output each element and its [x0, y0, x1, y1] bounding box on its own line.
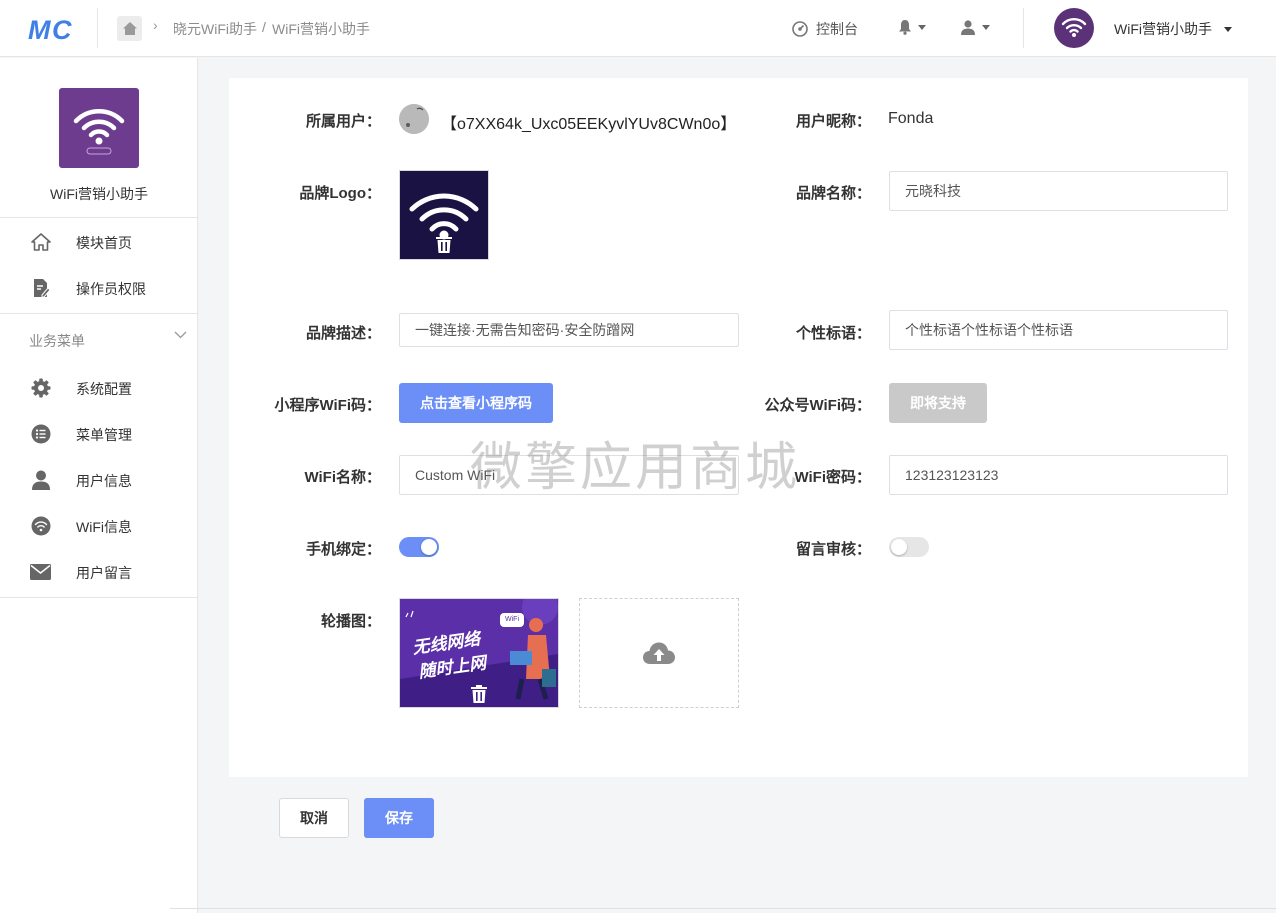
- header-divider: [1023, 8, 1024, 48]
- sidebar-item-system-config[interactable]: 系统配置: [0, 367, 198, 407]
- top-header: M C › 晓元WiFi助手 / WiFi营销小助手 控制台 WiFi营销小助手: [0, 0, 1276, 57]
- sidebar-item-label: 用户留言: [76, 565, 132, 581]
- brand-logo-image[interactable]: [399, 170, 489, 260]
- footer-divider: [170, 908, 1276, 909]
- svg-text:C: C: [52, 15, 72, 44]
- brand-desc-label: 品牌描述：: [305, 325, 381, 342]
- user-icon: [30, 469, 51, 490]
- view-mini-program-code-button[interactable]: 点击查看小程序码: [399, 383, 553, 423]
- breadcrumb-item-1[interactable]: 晓元WiFi助手: [173, 19, 257, 39]
- console-label: 控制台: [816, 21, 858, 37]
- brand-name-input[interactable]: 元晓科技: [889, 171, 1228, 211]
- account-avatar[interactable]: [1054, 8, 1094, 48]
- console-link[interactable]: 控制台: [792, 19, 858, 39]
- sidebar-divider: [0, 597, 198, 598]
- owner-avatar: [399, 104, 429, 134]
- wifi-name-label: WiFi名称：: [304, 469, 381, 486]
- sidebar-item-label: 操作员权限: [76, 281, 146, 297]
- slogan-input[interactable]: 个性标语个性标语个性标语: [889, 310, 1228, 350]
- list-icon: [30, 423, 51, 444]
- mp-wifi-code-label: 公众号WiFi码：: [764, 397, 871, 414]
- sidebar-item-label: WiFi信息: [76, 519, 132, 535]
- edit-document-icon: [30, 277, 51, 298]
- brand-desc-input[interactable]: 一键连接·无需告知密码·安全防蹭网: [399, 313, 739, 347]
- settings-card: 所属用户： 【o7XX64k_Uxc05EEKyvlYUv8CWn0o】 用户昵…: [229, 78, 1248, 777]
- gear-icon: [30, 377, 51, 398]
- wifi-circle-icon: [30, 515, 51, 536]
- app-name: WiFi营销小助手: [50, 186, 148, 202]
- owner-openid: 【o7XX64k_Uxc05EEKyvlYUv8CWn0o】: [441, 116, 737, 133]
- sidebar-item-user-message[interactable]: 用户留言: [0, 551, 198, 591]
- sidebar: WiFi营销小助手 模块首页 操作员权限 业务菜单 系统配置 菜单管理 用户信息…: [0, 58, 198, 913]
- user-icon: [961, 20, 975, 35]
- notification-dropdown[interactable]: [898, 19, 926, 35]
- sidebar-item-label: 系统配置: [76, 381, 132, 397]
- toggle-knob: [421, 539, 437, 555]
- breadcrumb-item-2[interactable]: WiFi营销小助手: [272, 19, 370, 39]
- menu-group-title[interactable]: 业务菜单: [29, 331, 85, 351]
- wifi-password-label: WiFi密码：: [794, 469, 871, 486]
- message-review-label: 留言审核：: [795, 541, 871, 558]
- user-dropdown[interactable]: [960, 19, 990, 35]
- app-logo: [59, 88, 139, 168]
- carousel-upload-box[interactable]: [579, 598, 739, 708]
- mc-logo-icon[interactable]: M C: [28, 14, 78, 44]
- phone-bind-toggle[interactable]: [399, 537, 439, 557]
- wifi-logo-icon: [73, 109, 125, 155]
- breadcrumb-home-icon[interactable]: [117, 16, 142, 41]
- svg-text:M: M: [28, 15, 51, 44]
- chevron-down-icon: [982, 24, 990, 30]
- sidebar-divider: [0, 217, 198, 218]
- bell-icon: [899, 20, 911, 35]
- carousel-label: 轮播图：: [320, 613, 381, 630]
- breadcrumb-chevron: ›: [153, 17, 158, 33]
- sidebar-item-user-info[interactable]: 用户信息: [0, 459, 198, 499]
- mail-icon: [30, 561, 51, 582]
- chevron-down-icon[interactable]: [174, 331, 187, 339]
- nickname-label: 用户昵称：: [795, 113, 871, 130]
- delete-trash-icon[interactable]: [436, 235, 452, 253]
- sidebar-item-label: 模块首页: [76, 235, 132, 251]
- sidebar-divider: [0, 313, 198, 314]
- brand-logo-label: 品牌Logo：: [299, 185, 381, 202]
- save-button[interactable]: 保存: [364, 798, 434, 838]
- chevron-down-icon: [1224, 26, 1232, 32]
- account-menu[interactable]: WiFi营销小助手: [1114, 19, 1232, 39]
- mini-wifi-code-label: 小程序WiFi码：: [274, 397, 381, 414]
- slogan-label: 个性标语：: [795, 325, 871, 342]
- header-divider: [97, 8, 98, 48]
- toggle-knob: [891, 539, 907, 555]
- wifi-password-input[interactable]: 123123123123: [889, 455, 1228, 495]
- nickname-value: Fonda: [888, 110, 934, 127]
- home-icon: [30, 231, 51, 252]
- brand-name-label: 品牌名称：: [795, 185, 871, 202]
- delete-trash-icon[interactable]: [471, 685, 487, 703]
- coming-soon-button[interactable]: 即将支持: [889, 383, 987, 423]
- cancel-button[interactable]: 取消: [279, 798, 349, 838]
- wifi-logo-icon: [1061, 18, 1087, 37]
- sidebar-item-operator-permission[interactable]: 操作员权限: [0, 267, 198, 307]
- dashboard-gauge-icon: [792, 21, 808, 37]
- banner-badge: WiFi: [505, 616, 519, 623]
- sidebar-item-module-home[interactable]: 模块首页: [0, 221, 198, 261]
- message-review-toggle[interactable]: [889, 537, 929, 557]
- breadcrumb-separator: /: [262, 19, 266, 35]
- chevron-down-icon: [918, 24, 926, 30]
- sidebar-item-wifi-info[interactable]: WiFi信息: [0, 505, 198, 545]
- account-name: WiFi营销小助手: [1114, 21, 1212, 37]
- sidebar-item-label: 菜单管理: [76, 427, 132, 443]
- wifi-name-input[interactable]: Custom WiFi: [399, 455, 739, 495]
- owner-label: 所属用户：: [305, 113, 381, 130]
- cloud-upload-icon: [643, 642, 675, 664]
- carousel-image[interactable]: WiFi 无线网络 随时上网: [399, 598, 559, 708]
- sidebar-item-label: 用户信息: [76, 473, 132, 489]
- sidebar-item-menu-manage[interactable]: 菜单管理: [0, 413, 198, 453]
- phone-bind-label: 手机绑定：: [305, 541, 381, 558]
